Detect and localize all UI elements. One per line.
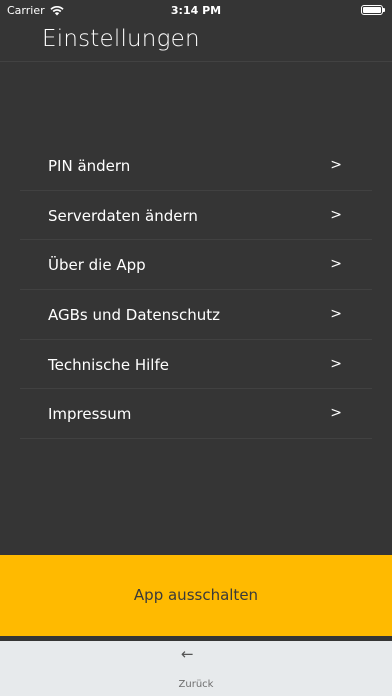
menu-item-label: Impressum — [48, 405, 132, 424]
menu-item-server[interactable]: Serverdaten ändern > — [20, 191, 372, 241]
menu-item-about[interactable]: Über die App > — [20, 240, 372, 291]
menu-item-label: AGBs und Datenschutz — [48, 306, 220, 325]
page-title: Einstellungen — [42, 26, 200, 52]
back-label: Zurück — [178, 679, 214, 690]
back-button[interactable]: ← Zurück — [0, 641, 392, 696]
menu-item-pin[interactable]: PIN ändern > — [20, 141, 372, 191]
status-time: 3:14 PM — [170, 4, 222, 17]
menu-item-label: Über die App — [48, 256, 146, 275]
chevron-right-icon: > — [330, 306, 342, 323]
menu-item-label: Technische Hilfe — [48, 355, 169, 374]
power-off-button[interactable]: App ausschalten — [0, 555, 392, 636]
chevron-right-icon: > — [330, 355, 342, 372]
menu-item-imprint[interactable]: Impressum > — [20, 389, 372, 440]
back-arrow-icon: ← — [181, 645, 194, 663]
chevron-right-icon: > — [330, 256, 342, 273]
battery-icon — [361, 5, 385, 15]
battery-fill — [363, 7, 381, 13]
chevron-right-icon: > — [330, 206, 342, 223]
chevron-right-icon: > — [330, 157, 342, 173]
menu-item-label: Serverdaten ändern — [48, 206, 198, 225]
title-divider — [0, 61, 392, 62]
chevron-right-icon: > — [330, 405, 342, 422]
menu-item-terms[interactable]: AGBs und Datenschutz > — [20, 290, 372, 340]
menu-item-help[interactable]: Technische Hilfe > — [20, 340, 372, 390]
settings-menu: PIN ändern > Serverdaten ändern > Über d… — [20, 141, 372, 440]
menu-item-label: PIN ändern — [48, 157, 131, 175]
status-bar: Carrier 3:14 PM — [0, 0, 392, 22]
